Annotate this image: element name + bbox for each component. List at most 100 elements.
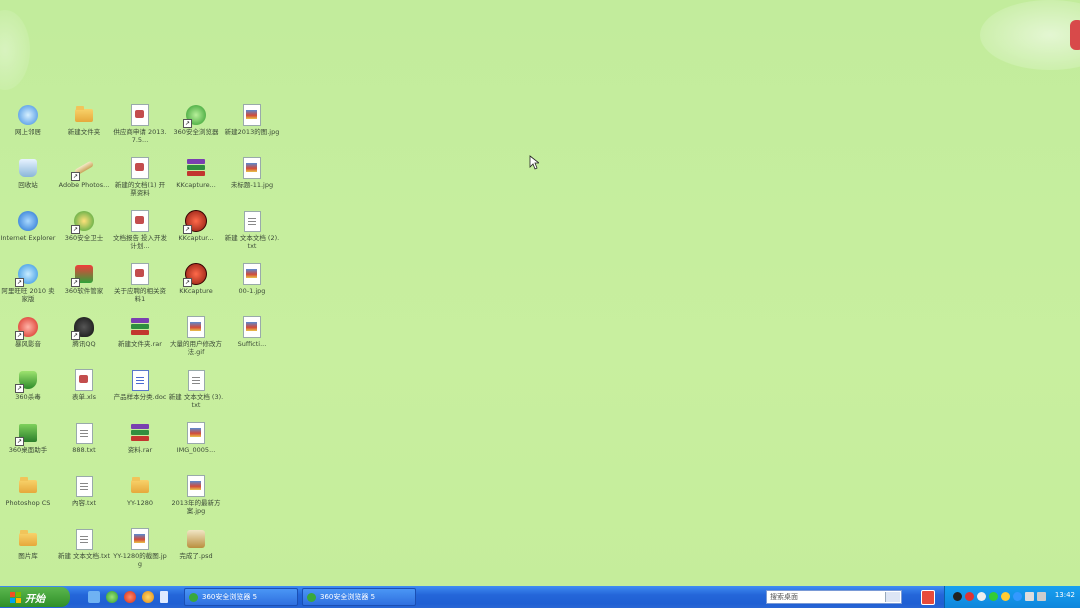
aliwangwang-icon: ↗ — [15, 263, 39, 287]
tray-app-icon[interactable] — [1013, 592, 1022, 601]
desktop-icon[interactable]: 资料.rar — [112, 422, 168, 474]
desktop-icon[interactable]: 关于应聘的相关资料1 — [112, 263, 168, 315]
qq-icon: ↗ — [71, 316, 95, 340]
desktop-icon[interactable]: 大量的用户修改方法.gif — [168, 316, 224, 368]
desktop-icon[interactable]: 新建文件夹 — [56, 104, 112, 156]
security-360-tray-icon[interactable] — [921, 590, 935, 605]
desktop-icon[interactable]: 內容.txt — [56, 475, 112, 527]
taskbar-window-button[interactable]: 360安全浏览器 5 — [184, 588, 298, 606]
text-file-icon — [185, 369, 207, 391]
tray-app-icon[interactable] — [977, 592, 986, 601]
desktop-icon-label: KKcaptur... — [178, 234, 214, 242]
volume-icon[interactable] — [1025, 592, 1034, 601]
desktop-icon[interactable]: 表单.xls — [56, 369, 112, 421]
desktop-icon[interactable]: 2013年的最新方案.jpg — [168, 475, 224, 527]
desktop-icon[interactable]: 未标题-11.jpg — [224, 157, 280, 209]
search-icon[interactable] — [885, 592, 900, 602]
folder-icon — [73, 104, 95, 126]
desktop-icon[interactable]: 00-1.jpg — [224, 263, 280, 315]
desktop-icon-label: YY-1280的截图.jpg — [113, 552, 167, 568]
desktop-icon[interactable]: 新建 文本文档.txt — [56, 528, 112, 580]
taskbar-window-button[interactable]: 360安全浏览器 5 — [302, 588, 416, 606]
desktop-icon[interactable]: 产品样本分类.doc — [112, 369, 168, 421]
desktop-icon[interactable]: Internet Explorer — [0, 210, 56, 262]
browser-360-icon[interactable] — [106, 591, 118, 603]
desktop-icon[interactable]: YY-1280 — [112, 475, 168, 527]
desktop-icon[interactable]: ↗ 360安全浏览器 — [168, 104, 224, 156]
screen-glare — [0, 10, 30, 90]
desktop-icon-label: Photoshop CS — [5, 499, 51, 507]
windows-logo-icon — [10, 591, 21, 603]
tray-app-icon[interactable] — [1001, 592, 1010, 601]
desktop-icon-label: 360安全卫士 — [64, 234, 104, 242]
desktop-icon[interactable]: KKcapture... — [168, 157, 224, 209]
clock[interactable]: 13:42 — [1055, 591, 1075, 599]
desktop-icon[interactable]: 新建 文本文档 (2).txt — [224, 210, 280, 262]
desktop-icon[interactable]: 新建2013的图.jpg — [224, 104, 280, 156]
desktop-icon[interactable]: 新建文件夹.rar — [112, 316, 168, 368]
browser-360-icon — [307, 592, 316, 602]
desktop-icon[interactable]: 网上邻居 — [0, 104, 56, 156]
shortcut-arrow-icon: ↗ — [183, 278, 192, 287]
tray-app-icon[interactable] — [953, 592, 962, 601]
shortcut-arrow-icon: ↗ — [15, 437, 24, 446]
show-desktop-icon[interactable] — [88, 591, 100, 603]
shortcut-arrow-icon: ↗ — [183, 225, 192, 234]
storm-icon[interactable] — [142, 591, 154, 603]
desktop-icon[interactable]: 文档报告 投入开发计划... — [112, 210, 168, 262]
desktop-icon[interactable]: ↗ 腾讯QQ — [56, 316, 112, 368]
desktop-icon-label: 新建2013的图.jpg — [224, 128, 280, 136]
wps-doc-icon — [129, 157, 151, 179]
desktop-icon-label: 腾讯QQ — [72, 340, 96, 348]
desktop-icon-label: KKcapture... — [176, 181, 216, 189]
desktop-icon[interactable]: ↗ 360安全卫士 — [56, 210, 112, 262]
desktop-icon[interactable]: 新建的文档(1) 开票资料 — [112, 157, 168, 209]
desktop-icon[interactable]: 供应商申请 2013.7.5... — [112, 104, 168, 156]
taskbar: 开始 360安全浏览器 5 360安全浏览器 5 — [0, 586, 1080, 608]
shortcut-arrow-icon: ↗ — [71, 331, 80, 340]
text-file-icon — [73, 475, 95, 497]
text-file-icon — [73, 528, 95, 550]
tray-app-icon[interactable] — [989, 592, 998, 601]
desktop-icon[interactable]: ↗ 360软件管家 — [56, 263, 112, 315]
desktop-icon-label: 资料.rar — [127, 446, 153, 454]
desktop-icon[interactable]: ↗ Adobe Photos... — [56, 157, 112, 209]
desktop-icon[interactable]: 图片库 — [0, 528, 56, 580]
desktop-search-box[interactable]: 搜索桌面 — [766, 590, 902, 604]
desktop[interactable]: 网上邻居 新建文件夹 供应商申请 2013.7.5... ↗ 360安全浏览器 新建201… — [0, 0, 1080, 586]
desktop-icon[interactable]: ↗ KKcapture — [168, 263, 224, 315]
desktop-icon[interactable]: ↗ 360桌面助手 — [0, 422, 56, 474]
desktop-icon[interactable]: ↗ 阿里旺旺 2010 卖家版 — [0, 263, 56, 315]
desktop-icon[interactable]: 回收站 — [0, 157, 56, 209]
network-icon — [17, 104, 39, 126]
desktop-icon-label: 新建文件夹.rar — [118, 340, 162, 348]
network-status-icon[interactable] — [1037, 592, 1046, 601]
desktop-icon-label: 回收站 — [18, 181, 38, 189]
desktop-icon[interactable]: YY-1280的截图.jpg — [112, 528, 168, 580]
shortcut-arrow-icon: ↗ — [71, 172, 80, 181]
desktop-icon-label: 关于应聘的相关资料1 — [114, 287, 166, 303]
desktop-icon[interactable]: Sufficti... — [224, 316, 280, 368]
desktop-icon[interactable]: 888.txt — [56, 422, 112, 474]
tray-app-icon[interactable] — [965, 592, 974, 601]
mouse-cursor-icon — [529, 155, 539, 170]
desktop-icon[interactable]: 完成了.psd — [168, 528, 224, 580]
desktop-icon[interactable]: IMG_0005... — [168, 422, 224, 474]
desktop-icon[interactable]: 新建 文本文档 (3).txt — [168, 369, 224, 421]
task-label: 360安全浏览器 5 — [202, 593, 258, 601]
desktop-icon[interactable]: Photoshop CS — [0, 475, 56, 527]
aliwangwang-icon[interactable] — [124, 591, 136, 603]
desktop-icon-label: 新建 文本文档.txt — [57, 552, 111, 560]
desktop-icon[interactable]: ↗ 暴风影音 — [0, 316, 56, 368]
recycle-bin-icon — [17, 157, 39, 179]
desktop-icon[interactable]: ↗ KKcaptur... — [168, 210, 224, 262]
wps-doc-icon — [129, 104, 151, 126]
desktop-icon-label: 表单.xls — [71, 393, 97, 401]
shortcut-arrow-icon: ↗ — [15, 331, 24, 340]
browser-360-icon — [189, 592, 198, 602]
storm-icon: ↗ — [15, 316, 39, 340]
desktop-icon-label: 完成了.psd — [179, 552, 213, 560]
start-button[interactable]: 开始 — [0, 587, 70, 607]
quick-launch-more-icon[interactable] — [160, 591, 168, 603]
desktop-icon[interactable]: ↗ 360杀毒 — [0, 369, 56, 421]
